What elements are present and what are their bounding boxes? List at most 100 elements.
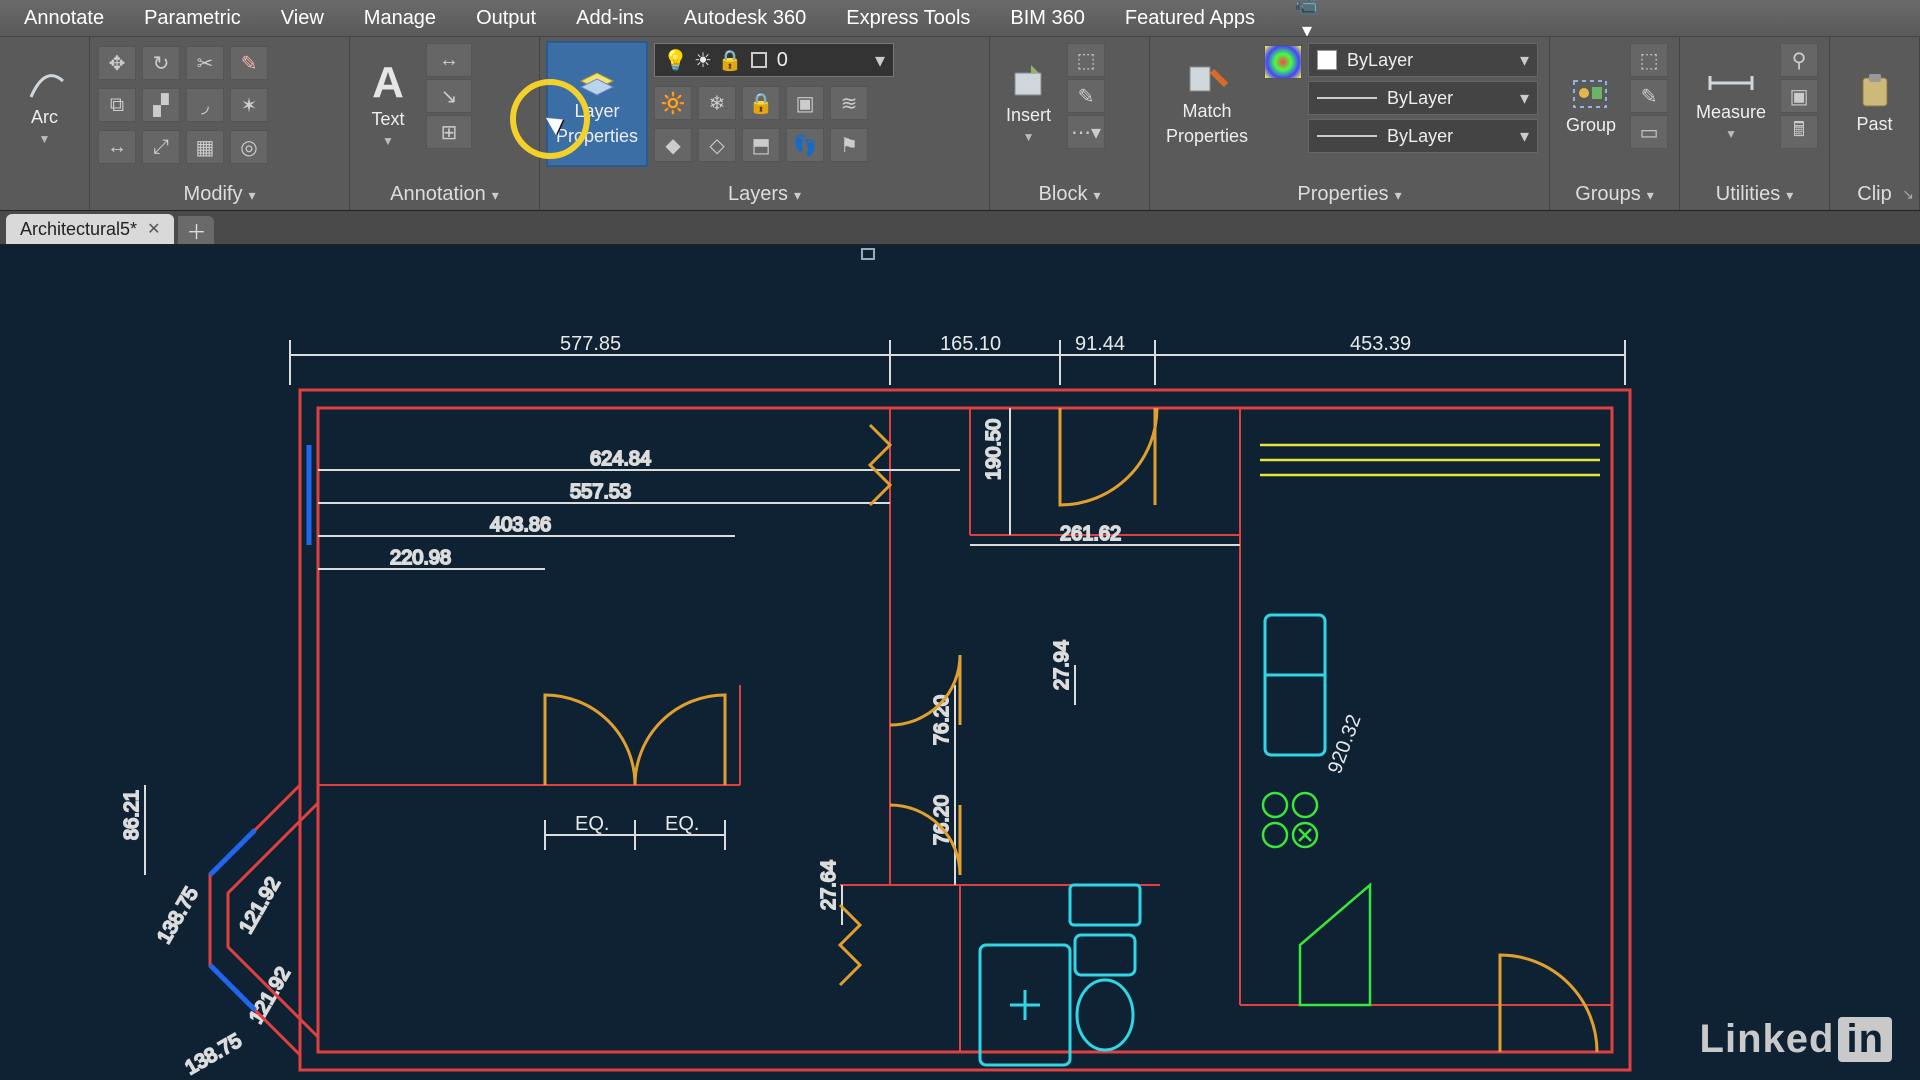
panel-properties: Match Properties ByLayer ▾ ByLayer ▾	[1150, 37, 1550, 210]
group-edit-icon[interactable]: ✎	[1630, 79, 1668, 113]
color-dropdown[interactable]: ByLayer ▾	[1308, 43, 1538, 77]
menu-bim360[interactable]: BIM 360	[992, 3, 1102, 34]
lineweight-preview	[1317, 97, 1377, 99]
layer-makecurrent-icon[interactable]: ▣	[786, 86, 824, 120]
menu-expresstools[interactable]: Express Tools	[828, 3, 988, 34]
panel-layers: Layer Properties 💡 ☀ 🔒 0 ▾ 🔆 ❄ 🔒 ▣ ≋	[540, 37, 990, 210]
lightbulb-icon: 💡	[663, 48, 688, 73]
sun-icon: ☀	[694, 48, 712, 73]
text-button[interactable]: A Text ▼	[358, 43, 418, 165]
measure-button[interactable]: Measure ▼	[1688, 43, 1774, 165]
dim-top-3: 91.44	[1075, 333, 1125, 355]
menu-manage[interactable]: Manage	[346, 3, 454, 34]
dimension-icon[interactable]: ↔	[426, 43, 472, 77]
mirror-icon[interactable]: ▞	[142, 88, 180, 122]
dim-v3: 27.94	[1051, 640, 1073, 690]
offset-icon[interactable]: ◎	[230, 130, 268, 164]
arc-label: Arc	[31, 107, 58, 128]
lock-icon: 🔒	[718, 48, 743, 73]
panel-annotation-title[interactable]: Annotation	[390, 183, 499, 206]
layer-color-swatch	[751, 52, 767, 68]
linkedin-watermark: Linkedin	[1700, 1017, 1892, 1062]
arc-button[interactable]: Arc ▼	[8, 43, 81, 165]
dim-top-1: 577.85	[560, 333, 621, 355]
leader-icon[interactable]: ↘	[426, 79, 472, 113]
panel-draw: Arc ▼	[0, 37, 90, 210]
rotate-icon[interactable]: ↻	[142, 46, 180, 80]
ungroup-icon[interactable]: ⬚	[1630, 43, 1668, 77]
linetype-preview	[1317, 135, 1377, 137]
dim-l3: 121.92	[235, 874, 285, 938]
panel-utilities-title[interactable]: Utilities	[1716, 183, 1793, 206]
scale-icon[interactable]: ⤢	[142, 130, 180, 164]
insert-label: Insert	[1006, 105, 1051, 126]
create-block-icon[interactable]: ⬚	[1067, 43, 1105, 77]
panel-annotation: A Text ▼ ↔ ↘ ⊞ Annotation	[350, 37, 540, 210]
layer-uniso-icon[interactable]: ◇	[698, 128, 736, 162]
layer-lock-icon2[interactable]: 🔒	[742, 86, 780, 120]
menu-view[interactable]: View	[263, 3, 342, 34]
linetype-value: ByLayer	[1387, 126, 1453, 147]
menu-featuredapps[interactable]: Featured Apps	[1107, 3, 1273, 34]
edit-attr-icon[interactable]: ⋯▾	[1067, 115, 1105, 149]
layer-match-icon[interactable]: ≋	[830, 86, 868, 120]
table-icon[interactable]: ⊞	[426, 115, 472, 149]
panel-groups: Group ⬚ ✎ ▭ Groups	[1550, 37, 1680, 210]
close-icon[interactable]: ✕	[147, 219, 160, 239]
match-properties-button[interactable]: Match Properties	[1158, 43, 1256, 165]
drawing-canvas[interactable]: 577.85 165.10 91.44 453.39 624.84 557.53…	[0, 245, 1920, 1080]
paste-button[interactable]: Past	[1838, 43, 1911, 165]
layer-dropdown[interactable]: 💡 ☀ 🔒 0 ▾	[654, 43, 894, 77]
panel-block-title[interactable]: Block	[1039, 183, 1101, 206]
group-bbox-icon[interactable]: ▭	[1630, 115, 1668, 149]
trim-icon[interactable]: ✂	[186, 46, 224, 80]
lineweight-dropdown[interactable]: ByLayer ▾	[1308, 81, 1538, 115]
panel-utilities: Measure ▼ ⚲ ▣ 🖩 Utilities	[1680, 37, 1830, 210]
layer-off-icon[interactable]: 🔆	[654, 86, 692, 120]
layer-iso-icon[interactable]: ◆	[654, 128, 692, 162]
calc-icon[interactable]: 🖩	[1780, 115, 1818, 149]
dim-diag: 920.32	[1324, 712, 1366, 777]
copy-icon[interactable]: ⧉	[98, 88, 136, 122]
layer-freeze-icon[interactable]: ❄	[698, 86, 736, 120]
group-button[interactable]: Group	[1558, 43, 1624, 165]
group-label: Group	[1566, 115, 1616, 136]
color-wheel-icon[interactable]	[1264, 45, 1302, 79]
match-properties-icon	[1186, 61, 1228, 97]
panel-groups-title[interactable]: Groups	[1575, 183, 1654, 206]
stretch-icon[interactable]: ↔	[98, 130, 136, 164]
quickselect-icon[interactable]: ⚲	[1780, 43, 1818, 77]
move-icon[interactable]: ✥	[98, 46, 136, 80]
layer-walk-icon[interactable]: 👣	[786, 128, 824, 162]
insert-button[interactable]: Insert ▼	[998, 43, 1059, 165]
panel-properties-title[interactable]: Properties	[1297, 183, 1401, 206]
ribbon: Arc ▼ ✥ ↻ ✂ ✎ ⧉ ▞ ◞ ✶ ↔ ⤢ ▦ ◎	[0, 36, 1920, 211]
layer-merge-icon[interactable]: ⬒	[742, 128, 780, 162]
color-value: ByLayer	[1347, 50, 1413, 71]
menu-addins[interactable]: Add-ins	[558, 3, 662, 34]
panel-clipboard-title: Clip	[1857, 183, 1891, 206]
watermark-suffix: in	[1838, 1017, 1892, 1062]
insert-block-icon	[1009, 65, 1049, 101]
add-tab-button[interactable]: ＋	[178, 216, 214, 244]
dim-l1: 86.21	[121, 790, 143, 840]
explode-icon[interactable]: ✶	[230, 88, 268, 122]
document-tab-active[interactable]: Architectural5* ✕	[6, 214, 174, 244]
panel-layers-title[interactable]: Layers	[728, 183, 801, 206]
menu-autodesk360[interactable]: Autodesk 360	[666, 3, 824, 34]
fillet-icon[interactable]: ◞	[186, 88, 224, 122]
menu-output[interactable]: Output	[458, 3, 554, 34]
layer-properties-button[interactable]: Layer Properties	[548, 43, 646, 165]
panel-modify-title[interactable]: Modify	[184, 183, 256, 206]
clipboard-icon	[1857, 74, 1893, 110]
linetype-dropdown[interactable]: ByLayer ▾	[1308, 119, 1538, 153]
menu-annotate[interactable]: Annotate	[6, 3, 122, 34]
layer-state-icon[interactable]: ⚑	[830, 128, 868, 162]
array-icon[interactable]: ▦	[186, 130, 224, 164]
erase-icon[interactable]: ✎	[230, 46, 268, 80]
dim-eq-2: EQ.	[665, 813, 699, 835]
layers-icon	[575, 61, 619, 97]
menu-parametric[interactable]: Parametric	[126, 3, 259, 34]
selectall-icon[interactable]: ▣	[1780, 79, 1818, 113]
edit-block-icon[interactable]: ✎	[1067, 79, 1105, 113]
